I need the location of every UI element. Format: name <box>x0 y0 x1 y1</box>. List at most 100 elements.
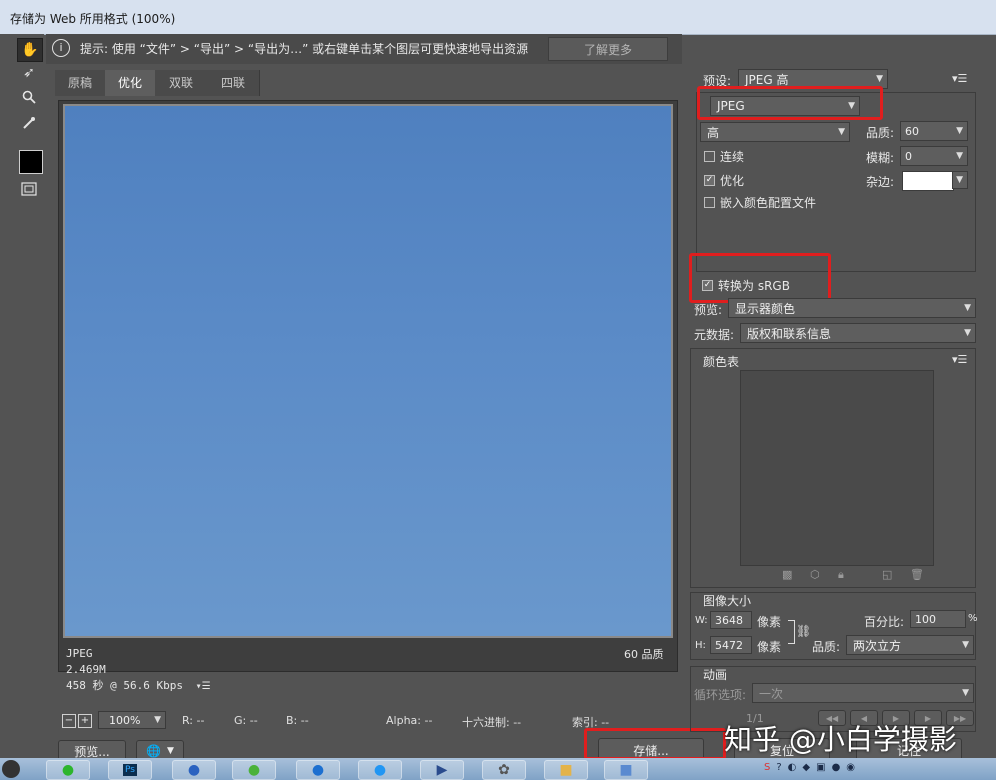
quality-label: 品质: <box>866 126 895 140</box>
chevron-down-icon: ▼ <box>962 640 969 650</box>
toggle-slices-icon[interactable] <box>17 178 41 200</box>
g-readout: G: -- <box>234 714 258 727</box>
blur-label: 模糊: <box>866 151 895 165</box>
image-size-title: 图像大小 <box>703 594 752 608</box>
zoom-tool-icon[interactable] <box>17 86 41 108</box>
quality-level-select[interactable]: 高 ▼ <box>700 122 850 142</box>
color-table-title: 颜色表 <box>703 355 740 369</box>
lock-color-icon[interactable]: 🔒︎ <box>838 568 844 582</box>
app-taskbar-icon[interactable]: ● <box>232 760 276 780</box>
color-table-menu-icon[interactable]: ▾☰ <box>952 353 967 366</box>
chevron-down-icon: ▼ <box>167 746 174 756</box>
chevron-down-icon: ▼ <box>964 328 971 338</box>
chevron-down-icon: ▼ <box>956 175 963 185</box>
metadata-value: 版权和联系信息 <box>747 326 832 341</box>
matte-select[interactable]: ▼ <box>952 171 968 189</box>
optimized-info: JPEG 2.469M 458 秒 @ 56.6 Kbps ▾☰ <box>66 646 211 695</box>
tray-icon[interactable]: ● <box>832 762 841 778</box>
app-taskbar-icon[interactable]: ● <box>358 760 402 780</box>
photoshop-taskbar-icon[interactable]: Ps <box>108 760 152 780</box>
web-shift-icon[interactable]: ⬡ <box>810 568 820 581</box>
wechat-taskbar-icon[interactable]: ● <box>46 760 90 780</box>
menu-icon[interactable]: ▾☰ <box>196 681 211 692</box>
chain-link-icon[interactable]: ⛓ <box>796 624 811 638</box>
highlight-save <box>584 728 726 760</box>
app-taskbar-icon[interactable]: ▶ <box>420 760 464 780</box>
eyedropper-color-swatch[interactable] <box>19 150 43 174</box>
tab-4-up[interactable]: 四联 <box>207 70 260 96</box>
tray-icon[interactable]: ◆ <box>802 762 810 778</box>
app-taskbar-icon[interactable]: ■ <box>604 760 648 780</box>
browser-icon: 🌐 <box>146 744 162 758</box>
tab-original[interactable]: 原稿 <box>55 70 106 96</box>
embed-profile-checkbox[interactable] <box>704 197 715 208</box>
blur-input-value: 0 <box>905 149 912 163</box>
highlight-format <box>697 86 883 120</box>
panel-menu-icon[interactable]: ▾☰ <box>952 72 967 85</box>
matte-label: 杂边: <box>866 175 895 189</box>
preview-select[interactable]: 显示器颜色 ▼ <box>728 298 976 318</box>
eyedropper-tool-icon[interactable] <box>17 112 41 134</box>
trash-icon[interactable]: 🗑︎ <box>910 568 924 581</box>
width-label: W: <box>695 615 708 626</box>
image-preview[interactable] <box>63 104 673 638</box>
slice-select-tool-icon[interactable]: ➶ <box>17 62 41 84</box>
metadata-select[interactable]: 版权和联系信息 ▼ <box>740 323 976 343</box>
quality-readout: 60 品质 <box>624 648 664 661</box>
preview-value: 显示器颜色 <box>735 301 796 316</box>
blur-input[interactable]: 0 ▼ <box>900 146 968 166</box>
chevron-down-icon: ▼ <box>956 151 963 161</box>
chevron-down-icon: ▼ <box>154 715 161 725</box>
tools-panel <box>0 34 44 734</box>
tray-icon[interactable]: ▣ <box>816 762 825 778</box>
chevron-down-icon: ▼ <box>964 303 971 313</box>
percent-label: 百分比: <box>864 615 905 629</box>
height-unit: 像素 <box>757 640 782 654</box>
percent-input[interactable]: 100 <box>910 610 966 628</box>
tab-optimized[interactable]: 优化 <box>105 70 156 96</box>
b-readout: B: -- <box>286 714 309 727</box>
tab-2-up[interactable]: 双联 <box>155 70 208 96</box>
resample-select[interactable]: 两次立方 ▼ <box>846 635 974 655</box>
new-color-icon[interactable]: ◱ <box>882 568 892 581</box>
zoom-in-button[interactable]: + <box>78 714 92 728</box>
tray-icon[interactable]: ◐ <box>788 762 797 778</box>
hint-text: 提示: 使用 “文件” > “导出” > “导出为…” 或右键单击某个图层可更快… <box>80 42 529 56</box>
height-input[interactable]: 5472 <box>710 636 752 654</box>
loop-select[interactable]: 一次 ▼ <box>752 683 974 703</box>
quality-input-value: 60 <box>905 124 919 138</box>
input-method-icon[interactable]: S <box>764 762 770 778</box>
zoom-select[interactable]: 100% ▼ <box>98 711 166 729</box>
progressive-checkbox[interactable] <box>704 151 715 162</box>
learn-more-button[interactable]: 了解更多 <box>548 37 668 61</box>
height-label: H: <box>695 640 706 651</box>
app-taskbar-icon[interactable]: ● <box>296 760 340 780</box>
percent-unit: % <box>968 613 978 624</box>
chevron-down-icon: ▼ <box>962 688 969 698</box>
color-table-area <box>740 370 934 566</box>
format-readout: JPEG <box>66 647 93 660</box>
optimized-checkbox[interactable]: ✓ <box>704 175 715 186</box>
download-time-readout: 458 秒 @ 56.6 Kbps ▾☰ <box>66 678 211 695</box>
zoom-value: 100% <box>109 714 141 727</box>
width-input[interactable]: 3648 <box>710 611 752 629</box>
start-orb-icon[interactable] <box>2 760 20 778</box>
folder-taskbar-icon[interactable]: ■ <box>544 760 588 780</box>
app-taskbar-icon[interactable]: ● <box>172 760 216 780</box>
window-titlebar: 存储为 Web 所用格式 (100%) <box>0 0 996 35</box>
app-taskbar-icon[interactable]: ✿ <box>482 760 526 780</box>
window-title: 存储为 Web 所用格式 (100%) <box>10 12 176 26</box>
loop-value: 一次 <box>759 686 784 701</box>
map-transparent-icon[interactable]: ▩ <box>782 568 792 581</box>
quality-input[interactable]: 60 ▼ <box>900 121 968 141</box>
zoom-out-button[interactable]: − <box>62 714 76 728</box>
hex-readout: 十六进制: -- <box>462 716 522 729</box>
animation-title: 动画 <box>703 668 728 682</box>
hand-tool-icon[interactable]: ✋ <box>17 38 43 62</box>
embed-profile-label: 嵌入颜色配置文件 <box>720 196 817 210</box>
chevron-down-icon: ▼ <box>838 127 845 137</box>
help-icon[interactable]: ? <box>776 762 781 778</box>
matte-color-swatch[interactable] <box>902 171 954 191</box>
tray-icon[interactable]: ◉ <box>846 762 855 778</box>
optimized-label: 优化 <box>720 174 745 188</box>
